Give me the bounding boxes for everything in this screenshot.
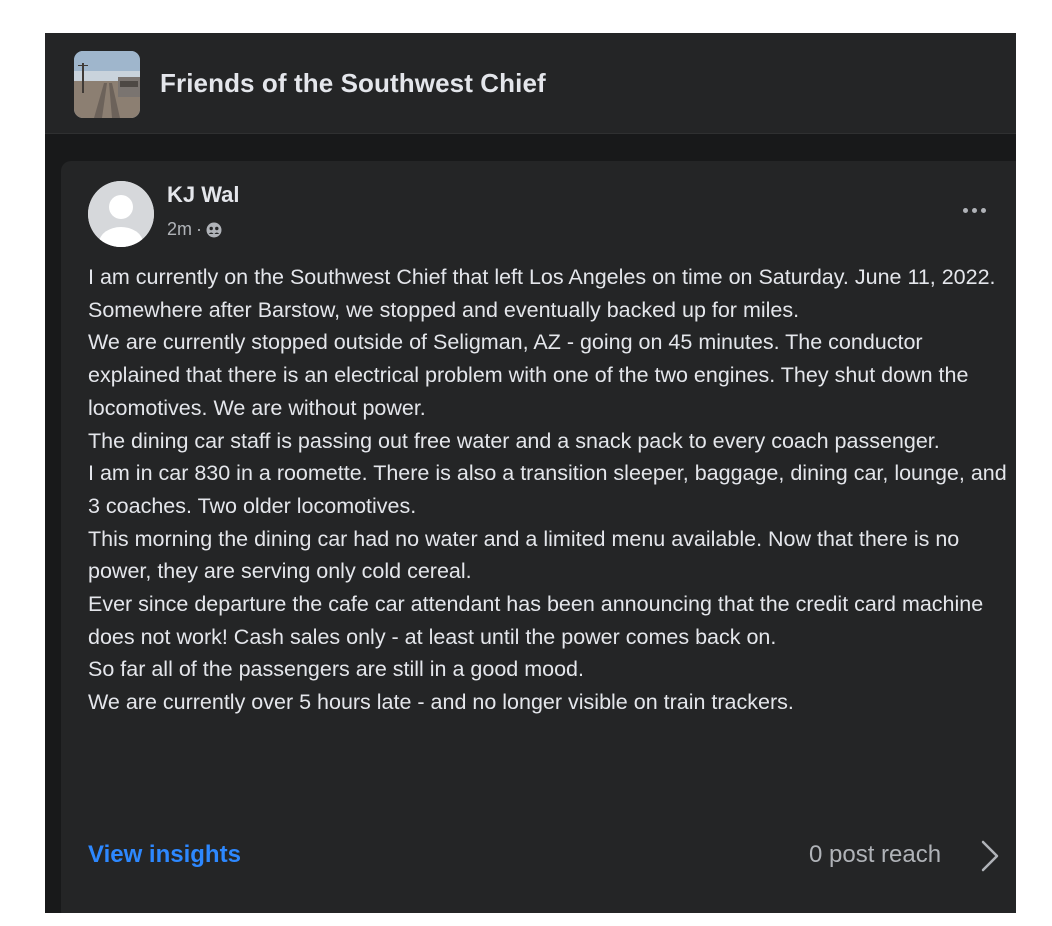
post-timestamp[interactable]: 2m bbox=[167, 219, 192, 240]
group-name[interactable]: Friends of the Southwest Chief bbox=[160, 68, 546, 99]
post-paragraph: Somewhere after Barstow, we stopped and … bbox=[88, 297, 800, 322]
avatar[interactable] bbox=[88, 181, 154, 247]
post-card: KJ Wal 2m · I am currently on the Southw… bbox=[61, 161, 1016, 913]
more-options-icon[interactable] bbox=[954, 195, 994, 225]
post-meta: 2m · bbox=[167, 219, 222, 240]
default-user-icon bbox=[88, 181, 154, 247]
post-paragraph: We are currently over 5 hours late - and… bbox=[88, 690, 794, 715]
chevron-right-icon[interactable] bbox=[978, 838, 1002, 874]
more-dot bbox=[962, 207, 968, 213]
more-dot bbox=[971, 207, 977, 213]
post-paragraph: I am currently on the Southwest Chief th… bbox=[88, 265, 996, 289]
post-paragraph: Ever since departure the cafe car attend… bbox=[88, 592, 984, 649]
facebook-group-view: Friends of the Southwest Chief KJ Wal 2m… bbox=[45, 33, 1016, 913]
post-paragraph: I am in car 830 in a roomette. There is … bbox=[88, 461, 1007, 518]
post-reach-count[interactable]: 0 post reach bbox=[809, 841, 941, 869]
post-body: I am currently on the Southwest Chief th… bbox=[88, 261, 1016, 719]
post-paragraph: The dining car staff is passing out free… bbox=[88, 428, 940, 453]
train-tracks-image bbox=[74, 51, 140, 118]
post-paragraph: So far all of the passengers are still i… bbox=[88, 657, 584, 682]
group-cover-thumbnail[interactable] bbox=[74, 51, 140, 118]
meta-separator: · bbox=[196, 219, 203, 239]
view-insights-link[interactable]: View insights bbox=[88, 841, 241, 869]
chevron-right-glyph bbox=[981, 840, 999, 872]
post-paragraph: We are currently stopped outside of Seli… bbox=[88, 330, 969, 420]
more-dot bbox=[980, 207, 986, 213]
group-audience-icon[interactable] bbox=[206, 222, 222, 238]
post-author[interactable]: KJ Wal bbox=[167, 182, 240, 208]
post-paragraph: This morning the dining car had no water… bbox=[88, 526, 960, 584]
group-header: Friends of the Southwest Chief bbox=[45, 33, 1016, 134]
